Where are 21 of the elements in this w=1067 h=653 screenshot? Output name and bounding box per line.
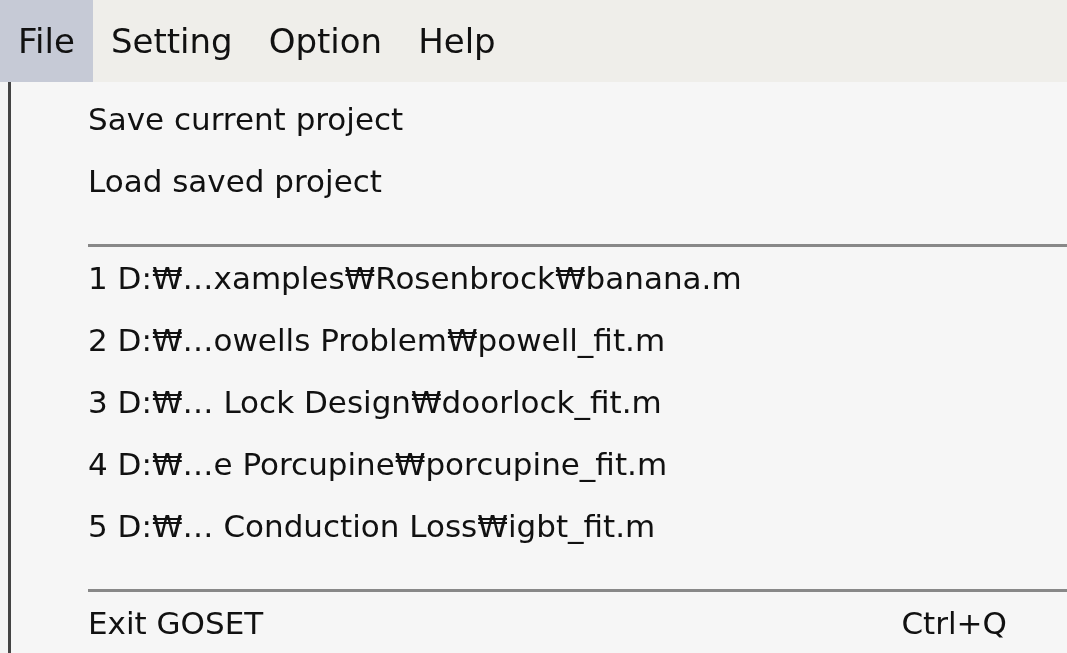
menu-item[interactable]: 5 D:₩… Conduction Loss₩igbt_fit.m xyxy=(11,495,1067,557)
menu-bar-item[interactable]: Option xyxy=(250,0,401,82)
shortcut-label: Ctrl+Q xyxy=(901,605,1007,641)
menu-item-label: 4 D:₩…e Porcupine₩porcupine_fit.m xyxy=(88,446,668,482)
menu-item-label: 1 D:₩…xamples₩Rosenbrock₩banana.m xyxy=(88,260,742,296)
menu-item-label: 5 D:₩… Conduction Loss₩igbt_fit.m xyxy=(88,508,656,544)
menu-item-label: Save current project xyxy=(88,101,404,137)
menu-item-label: Load saved project xyxy=(88,163,382,199)
menu-item-label: Exit GOSET xyxy=(88,605,264,641)
menu-item[interactable]: 4 D:₩…e Porcupine₩porcupine_fit.m xyxy=(11,433,1067,495)
menu-bar-item[interactable]: Help xyxy=(400,0,514,82)
menu-item[interactable]: Load saved project xyxy=(11,150,1067,212)
menu-item-label: 2 D:₩…owells Problem₩powell_fit.m xyxy=(88,322,666,358)
menu-item[interactable]: 3 D:₩… Lock Design₩doorlock_fit.m xyxy=(11,371,1067,433)
menu-item-label: 3 D:₩… Lock Design₩doorlock_fit.m xyxy=(88,384,662,420)
menu-item[interactable]: 1 D:₩…xamples₩Rosenbrock₩banana.m xyxy=(11,247,1067,309)
menu-item[interactable]: Save current project xyxy=(11,88,1067,150)
menu-bar-item[interactable]: File xyxy=(0,0,93,82)
menu-item[interactable]: Exit GOSET Ctrl+Q xyxy=(11,592,1067,653)
menu-item[interactable]: 2 D:₩…owells Problem₩powell_fit.m xyxy=(11,309,1067,371)
menu-bar-item[interactable]: Setting xyxy=(92,0,251,82)
